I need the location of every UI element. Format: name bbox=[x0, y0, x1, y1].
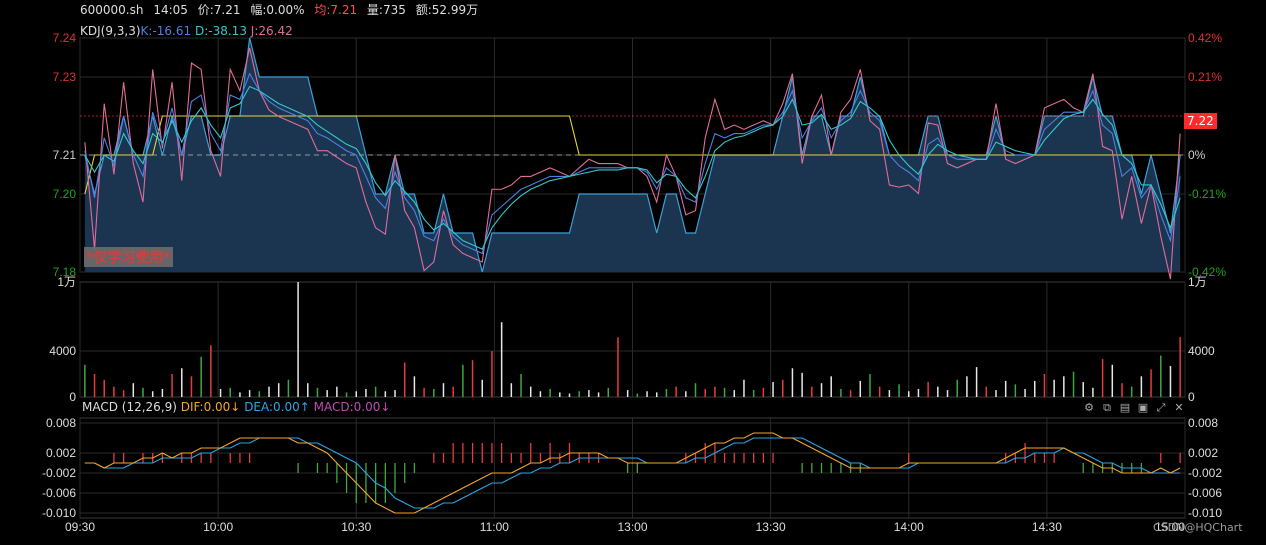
macd-tick-label-right: 0.008 bbox=[1188, 416, 1218, 430]
price-tick-label: 7.23 bbox=[53, 70, 77, 84]
macd-tick-label: -0.006 bbox=[42, 486, 76, 500]
symbol-label: 600000.sh bbox=[80, 3, 144, 17]
volume-tick-label-right: 0 bbox=[1188, 390, 1195, 404]
kdj-d-value: D:-38.13 bbox=[194, 24, 247, 38]
volume-tick-label: 1万 bbox=[57, 275, 76, 289]
x-tick-label: 14:30 bbox=[1032, 520, 1062, 534]
volume-tick-label-right: 4000 bbox=[1188, 344, 1215, 358]
macd-tick-label: 0.002 bbox=[46, 446, 76, 460]
price-tick-label: 7.21 bbox=[53, 148, 77, 162]
pct-tick-label: 0.42% bbox=[1188, 31, 1222, 45]
kdj-k-value: K:-16.61 bbox=[140, 24, 192, 38]
settings-icon[interactable]: ⚙ bbox=[1080, 401, 1098, 414]
volume-tick-label: 4000 bbox=[49, 344, 76, 358]
price-tick-label: 7.20 bbox=[53, 187, 77, 201]
macd-dif-value: DIF:0.00↓ bbox=[180, 400, 241, 414]
x-tick-label: 11:00 bbox=[480, 520, 509, 534]
amount-label: 额:52.99万 bbox=[415, 3, 479, 17]
close-icon[interactable]: ✕ bbox=[1170, 401, 1188, 414]
x-tick-label: 09:30 bbox=[65, 520, 95, 534]
layers-icon[interactable]: ▤ bbox=[1116, 401, 1134, 414]
price-label: 价:7.21 bbox=[197, 3, 241, 17]
x-tick-label: 10:30 bbox=[341, 520, 371, 534]
window-icon[interactable]: ▣ bbox=[1134, 401, 1152, 414]
macd-title: MACD (12,26,9) bbox=[82, 400, 177, 414]
x-tick-label: 13:30 bbox=[756, 520, 786, 534]
expand-icon[interactable]: ⤢ bbox=[1152, 401, 1170, 415]
pct-tick-label: 0.21% bbox=[1188, 70, 1222, 84]
x-tick-label: 13:00 bbox=[617, 520, 647, 534]
macd-tick-label-right: -0.002 bbox=[1188, 466, 1222, 480]
x-tick-label: 14:00 bbox=[894, 520, 924, 534]
copy-icon[interactable]: ⧉ bbox=[1098, 401, 1116, 415]
time-label: 14:05 bbox=[153, 3, 188, 17]
volume-label: 量:735 bbox=[366, 3, 406, 17]
kdj-title: KDJ(9,3,3) bbox=[80, 24, 141, 38]
macd-tick-label-right: -0.006 bbox=[1188, 486, 1222, 500]
credit-label: CSDN@HQChart bbox=[1153, 521, 1243, 534]
macd-legend: MACD (12,26,9) DIF:0.00↓ DEA:0.00↑ MACD:… bbox=[82, 400, 390, 414]
pct-tick-label: -0.21% bbox=[1188, 187, 1226, 201]
macd-macd-value: MACD:0.00↓ bbox=[313, 400, 391, 414]
last-price-tag: 7.22 bbox=[1184, 113, 1217, 129]
quote-header: 600000.sh 14:05 价:7.21 幅:0.00% 均:7.21 量:… bbox=[80, 1, 484, 17]
macd-tick-label-right: 0.002 bbox=[1188, 446, 1218, 460]
volume-tick-label: 0 bbox=[69, 390, 76, 404]
price-tick-label: 7.24 bbox=[53, 31, 77, 45]
macd-dea-value: DEA:0.00↑ bbox=[244, 400, 310, 414]
indicator-toolbar: ⚙ ⧉ ▤ ▣ ⤢ ✕ bbox=[1080, 401, 1188, 415]
avg-label: 均:7.21 bbox=[314, 3, 358, 17]
macd-tick-label: -0.010 bbox=[42, 506, 76, 520]
pct-tick-label: 0% bbox=[1188, 148, 1206, 162]
watermark: *仅学习使用* bbox=[84, 247, 173, 267]
x-tick-label: 10:00 bbox=[203, 520, 233, 534]
intraday-chart[interactable]: 09:30 10:00 10:30 11:00 13:00 13:30 14:00 14:30… bbox=[0, 0, 1266, 545]
volume-tick-label-right: 1万 bbox=[1188, 275, 1207, 289]
kdj-legend: KDJ(9,3,3)K:-16.61 D:-38.13 J:26.42 bbox=[80, 24, 293, 38]
macd-tick-label: -0.002 bbox=[42, 466, 76, 480]
kdj-j-value: J:26.42 bbox=[250, 24, 293, 38]
macd-tick-label-right: -0.010 bbox=[1188, 506, 1222, 520]
macd-tick-label: 0.008 bbox=[46, 416, 76, 430]
change-label: 幅:0.00% bbox=[250, 3, 305, 17]
